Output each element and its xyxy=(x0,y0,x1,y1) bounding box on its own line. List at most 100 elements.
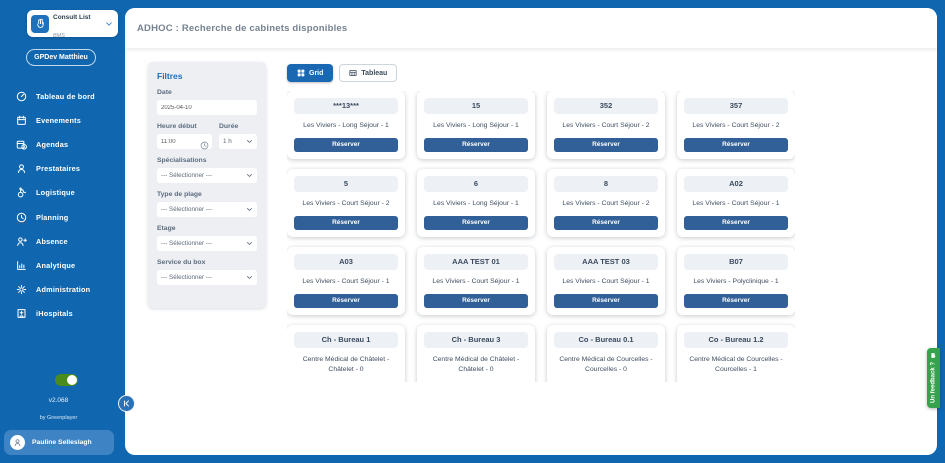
reserve-button[interactable]: Réserver xyxy=(294,294,398,308)
main-panel: ADHOC : Recherche de cabinets disponible… xyxy=(125,8,937,455)
cabinet-title: 357 xyxy=(684,98,788,114)
filter-select[interactable]: --- Sélectionner --- xyxy=(157,236,257,251)
gear-icon xyxy=(16,284,27,295)
version-label: v2.068 xyxy=(0,397,117,404)
cabinet-card: 6 Les Viviers - Long Séjour - 1 Réserver xyxy=(417,169,535,237)
table-view-button[interactable]: Tableau xyxy=(339,64,397,82)
cabinet-card: B07 Les Viviers - Polyclinique - 1 Réser… xyxy=(677,247,795,315)
sidebar-item[interactable]: Planning xyxy=(0,205,117,229)
cabinet-title: 15 xyxy=(424,98,528,114)
cabinet-card: Ch - Bureau 3 Centre Médical de Châtelet… xyxy=(417,325,535,382)
cabinet-title: Ch - Bureau 1 xyxy=(294,332,398,348)
cabinet-title: A03 xyxy=(294,254,398,270)
grid-view-button[interactable]: Grid xyxy=(287,64,333,82)
cabinet-card: A02 Les Viviers - Court Séjour - 1 Réser… xyxy=(677,169,795,237)
cabinet-subtitle: Les Viviers - Polyclinique - 1 xyxy=(684,277,788,287)
hospital-icon xyxy=(16,308,27,319)
feedback-label: Un feedback ? xyxy=(931,362,937,403)
sidebar-item-label: Analytique xyxy=(36,261,75,270)
sidebar-item-label: Planning xyxy=(36,213,68,222)
app-switcher[interactable]: Consult List BMS xyxy=(27,10,118,37)
sidebar-item[interactable]: Prestataires xyxy=(0,157,117,181)
reserve-button[interactable]: Réserver xyxy=(424,138,528,152)
clock-icon xyxy=(16,212,27,223)
sidebar-item-label: Prestataires xyxy=(36,164,80,173)
cabinet-title: B07 xyxy=(684,254,788,270)
filters-panel: Filtres Date Heure début Durée 1 h xyxy=(148,62,266,308)
toggle-knob xyxy=(67,375,77,385)
duration-select[interactable]: 1 h xyxy=(219,134,257,149)
cabinet-card: Ch - Bureau 1 Centre Médical de Châtelet… xyxy=(287,325,405,382)
cabinet-card: Co - Bureau 0.1 Centre Médical de Cource… xyxy=(547,325,665,382)
start-time-label: Heure début xyxy=(157,123,212,130)
reserve-button[interactable]: Réserver xyxy=(424,294,528,308)
byline-label: by Greenplayer xyxy=(0,415,117,421)
cabinet-title: 352 xyxy=(554,98,658,114)
filter-select[interactable]: --- Sélectionner --- xyxy=(157,202,257,217)
clock-icon xyxy=(200,137,209,146)
page-header: ADHOC : Recherche de cabinets disponible… xyxy=(125,8,937,48)
dashboard-icon xyxy=(16,91,27,102)
filter-select-value: --- Sélectionner --- xyxy=(161,206,212,213)
filter-select-label: Etage xyxy=(157,225,257,232)
filter-select[interactable]: --- Sélectionner --- xyxy=(157,168,257,183)
reserve-button[interactable]: Réserver xyxy=(554,138,658,152)
cabinet-subtitle: Les Viviers - Long Séjour - 1 xyxy=(294,121,398,131)
reserve-button[interactable]: Réserver xyxy=(424,216,528,230)
feedback-tab[interactable]: Un feedback ? xyxy=(927,348,940,408)
cabinet-title: 5 xyxy=(294,176,398,192)
cabinet-title: ***13*** xyxy=(294,98,398,114)
cabinet-subtitle: Centre Médical de Châtelet - Châtelet - … xyxy=(424,355,528,375)
duration-value: 1 h xyxy=(223,138,232,145)
sidebar-item[interactable]: Evenements xyxy=(0,108,117,132)
reserve-button[interactable]: Réserver xyxy=(294,216,398,230)
chevron-down-icon xyxy=(246,172,253,179)
cabinet-title: Co - Bureau 1.2 xyxy=(684,332,788,348)
date-input[interactable] xyxy=(157,100,257,115)
reserve-button[interactable]: Réserver xyxy=(684,216,788,230)
sidebar-item[interactable]: Tableau de bord xyxy=(0,84,117,108)
person-icon xyxy=(16,163,27,174)
reserve-button[interactable]: Réserver xyxy=(294,138,398,152)
filter-select-value: --- Sélectionner --- xyxy=(161,274,212,281)
consult-list-icon xyxy=(31,15,49,33)
cabinet-subtitle: Les Viviers - Court Séjour - 1 xyxy=(294,277,398,287)
app-switcher-subtitle: BMS xyxy=(53,33,65,39)
profile-item[interactable]: Pauline Selleslagh xyxy=(4,430,114,455)
cabinet-card: AAA TEST 01 Les Viviers - Court Séjour -… xyxy=(417,247,535,315)
cabinet-subtitle: Les Viviers - Long Séjour - 1 xyxy=(424,121,528,131)
sidebar-item-label: Evenements xyxy=(36,116,81,125)
theme-toggle[interactable] xyxy=(55,374,78,386)
sidebar-item-label: iHospitals xyxy=(36,309,73,318)
sidebar-item[interactable]: Analytique xyxy=(0,253,117,277)
app-root: Consult List BMS GPDev Matthieu Tableau … xyxy=(0,0,945,463)
cabinet-subtitle: Les Viviers - Court Séjour - 2 xyxy=(294,199,398,209)
speech-bubble-icon xyxy=(930,352,937,359)
reserve-button[interactable]: Réserver xyxy=(684,138,788,152)
reserve-button[interactable]: Réserver xyxy=(554,294,658,308)
filter-select[interactable]: --- Sélectionner --- xyxy=(157,270,257,285)
date-label: Date xyxy=(157,89,257,96)
person-plus-icon xyxy=(16,236,27,247)
cabinet-subtitle: Les Viviers - Court Séjour - 2 xyxy=(554,199,658,209)
cabinet-card: Co - Bureau 1.2 Centre Médical de Cource… xyxy=(677,325,795,382)
filter-select-value: --- Sélectionner --- xyxy=(161,240,212,247)
sidebar-item[interactable]: Administration xyxy=(0,278,117,302)
sidebar-item-label: Agendas xyxy=(36,140,68,149)
user-button[interactable]: GPDev Matthieu xyxy=(26,49,96,66)
collapse-sidebar-button[interactable] xyxy=(118,395,135,412)
cabinet-subtitle: Centre Médical de Courcelles - Courcelle… xyxy=(554,355,658,375)
cabinet-subtitle: Les Viviers - Court Séjour - 1 xyxy=(424,277,528,287)
sidebar-item[interactable]: Logistique xyxy=(0,181,117,205)
reserve-button[interactable]: Réserver xyxy=(684,294,788,308)
sidebar-item[interactable]: iHospitals xyxy=(0,302,117,326)
filter-select-label: Type de plage xyxy=(157,191,257,198)
reserve-button[interactable]: Réserver xyxy=(554,216,658,230)
chevron-down-icon xyxy=(246,206,253,213)
sidebar-item[interactable]: Agendas xyxy=(0,132,117,156)
cabinet-card: 5 Les Viviers - Court Séjour - 2 Réserve… xyxy=(287,169,405,237)
cabinet-title: 6 xyxy=(424,176,528,192)
cabinet-card: 357 Les Viviers - Court Séjour - 2 Réser… xyxy=(677,91,795,159)
sidebar-item[interactable]: Absence xyxy=(0,229,117,253)
app-switcher-title: Consult List xyxy=(53,14,91,21)
